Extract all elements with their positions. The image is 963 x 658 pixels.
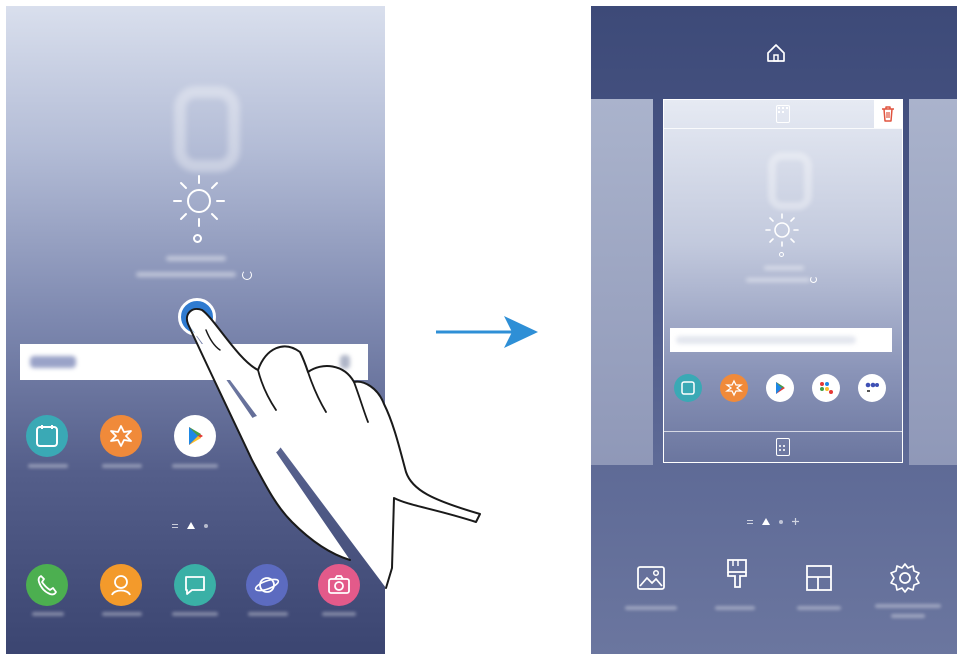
card-footer (664, 431, 902, 462)
search-bar-content (676, 336, 856, 344)
app-label (32, 612, 64, 616)
wallpapers-icon[interactable] (635, 562, 667, 594)
transition-arrow (436, 316, 538, 348)
contacts-icon[interactable] (100, 564, 142, 606)
google-folder-icon (812, 374, 840, 402)
add-page-icon[interactable] (792, 518, 799, 525)
apps-button-icon[interactable] (776, 105, 790, 123)
play-store-icon (766, 374, 794, 402)
gallery-flower-icon[interactable] (100, 415, 142, 457)
calendar-icon[interactable] (26, 415, 68, 457)
themes-icon[interactable] (720, 558, 752, 590)
home-page-indicator-icon (762, 518, 770, 525)
sun-icon (173, 175, 225, 227)
home-page-preview-card[interactable] (663, 99, 903, 463)
weather-updated-text (746, 278, 810, 282)
settings-icon[interactable] (889, 562, 921, 594)
apps-button-icon (776, 438, 790, 456)
calendar-icon (674, 374, 702, 402)
tool-label (715, 606, 755, 610)
app-label (172, 612, 218, 616)
widgets-icon[interactable] (803, 562, 835, 594)
refresh-icon[interactable] (242, 270, 252, 280)
samsung-folder-icon (858, 374, 886, 402)
edit-mode-phone (591, 6, 957, 654)
home-icon[interactable] (766, 43, 786, 63)
card-header (664, 100, 902, 129)
app-label (248, 612, 288, 616)
weather-temperature (174, 86, 240, 172)
google-logo (30, 356, 76, 368)
tool-label (797, 606, 841, 610)
previous-page-preview[interactable] (591, 99, 653, 465)
trash-icon (882, 106, 894, 122)
location-pin-icon (193, 234, 202, 243)
phone-icon[interactable] (26, 564, 68, 606)
delete-page-button[interactable] (874, 100, 902, 128)
tool-label (891, 614, 925, 618)
app-label (28, 464, 68, 468)
search-bar (670, 328, 892, 352)
app-label (102, 612, 142, 616)
app-label (102, 464, 142, 468)
page-indicator[interactable] (747, 518, 799, 525)
gallery-flower-icon (720, 374, 748, 402)
tool-label (875, 604, 941, 608)
weather-updated-text (136, 272, 236, 277)
next-page-preview[interactable] (909, 99, 957, 465)
refresh-icon (810, 276, 817, 283)
weather-temperature (768, 152, 812, 210)
app-label (322, 612, 356, 616)
location-pin-icon (779, 252, 784, 257)
weather-location-text (166, 256, 226, 261)
tool-label (625, 606, 677, 610)
weather-location-text (764, 266, 804, 270)
sun-icon (765, 213, 799, 247)
